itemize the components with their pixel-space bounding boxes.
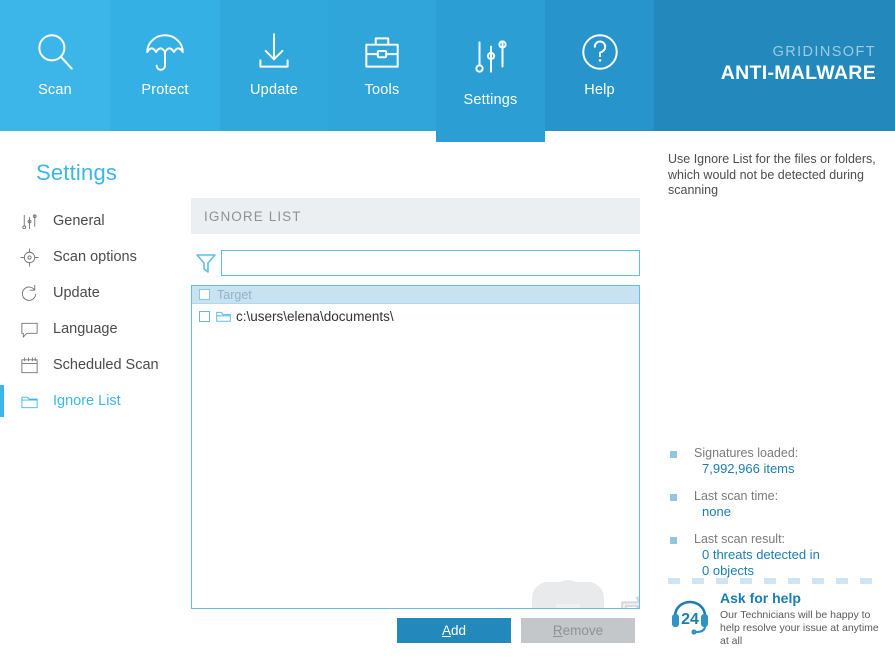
ignore-list-panel-title: IGNORE LIST [204,208,302,224]
add-button[interactable]: Add [397,618,511,643]
svg-text:安下载: 安下载 [618,593,640,609]
stat-value: none [702,504,731,519]
filter-row [191,250,640,277]
stat-key: Signatures loaded: [694,446,799,460]
brand-vendor: GRIDINSOFT [772,44,876,60]
crosshair-icon [18,246,40,268]
headset-24-icon: 24 [668,592,712,636]
remove-button: Remove [521,618,635,643]
filter-input[interactable] [221,250,640,276]
nav-tab-help[interactable]: Help [545,0,654,131]
nav-tab-tools[interactable]: Tools [328,0,436,131]
funnel-icon [194,252,218,275]
sidebar-item-label: Language [53,321,118,337]
stat-value: 7,992,966 items [702,461,795,476]
sidebar-item-scheduled-scan[interactable]: Scheduled Scan [0,347,185,383]
site-watermark: 安 安下载 anxz.com [532,574,640,609]
list-item[interactable]: c:\users\elena\documents\ [192,306,639,326]
page-title: Settings [36,160,118,185]
sidebar-item-label: Scan options [53,249,137,265]
bullet-icon [670,494,677,501]
stat-key: Last scan time: [694,489,779,503]
column-header-target: Target [217,287,252,302]
brand-product: ANTI-MALWARE [720,62,876,84]
brand-panel: GRIDINSOFT ANTI-MALWARE [654,0,895,131]
stat-item: Signatures loaded: 7,992,966 items [668,446,888,477]
dashed-divider [668,578,884,584]
list-column-header[interactable]: Target [192,286,639,304]
row-checkbox[interactable] [199,310,210,322]
nav-tab-update[interactable]: Update [220,0,328,131]
nav-tab-label: Update [250,82,298,98]
sliders-icon [18,210,40,232]
sidebar-item-language[interactable]: Language [0,311,185,347]
nav-tab-scan[interactable]: Scan [0,0,110,131]
ignore-list-panel-header: IGNORE LIST [191,198,640,234]
question-circle-icon [577,26,623,78]
download-icon [251,26,297,78]
folder-icon [18,390,40,412]
contextual-hint: Use Ignore List for the files or folders… [668,152,876,197]
calendar-icon [18,354,40,376]
sidebar-item-general[interactable]: General [0,203,185,239]
speech-bubble-icon [18,318,40,340]
umbrella-icon [142,26,188,78]
nav-tab-label: Help [584,82,615,98]
settings-sidebar: General Scan options Update Language Schedul… [0,203,185,419]
sidebar-item-ignore-list[interactable]: Ignore List [0,383,185,419]
bullet-icon [670,451,677,458]
sidebar-item-label: Ignore List [53,393,121,409]
refresh-icon [18,282,40,304]
stat-item: Last scan result: 0 threats detected in 0 … [668,532,888,579]
nav-tab-label: Protect [141,82,189,98]
nav-tab-label: Settings [463,92,518,108]
bullet-icon [670,537,677,544]
stat-key: Last scan result: [694,532,786,546]
nav-tab-label: Tools [364,82,400,98]
sidebar-item-label: Scheduled Scan [53,357,159,373]
stat-item: Last scan time: none [668,489,888,520]
toolbox-icon [359,26,405,78]
ask-for-help-subtitle: Our Technicians will be happy to help re… [720,609,879,647]
sidebar-item-label: General [53,213,105,229]
nav-tab-settings[interactable]: Settings [436,0,545,142]
ignore-list-rows: c:\users\elena\documents\ [192,306,639,326]
status-stats: Signatures loaded: 7,992,966 items Last sc… [668,446,888,591]
folder-icon [216,310,231,323]
list-action-buttons: Add Remove [191,618,640,643]
sidebar-item-update[interactable]: Update [0,275,185,311]
list-item-path: c:\users\elena\documents\ [236,308,394,324]
application-window: Scan Protect Update Tools Settings Help GRIDI… [0,0,895,658]
magnifier-icon [32,26,78,78]
ignore-list-box[interactable]: Target c:\users\elena\documents\ 安 安下载 a… [191,285,640,609]
ask-for-help-title: Ask for help [720,590,801,606]
stat-value: 0 threats detected in 0 objects [702,547,820,578]
sidebar-item-label: Update [53,285,100,301]
sidebar-item-scan-options[interactable]: Scan options [0,239,185,275]
ask-for-help-block[interactable]: 24 Ask for help Our Technicians will be … [668,588,890,647]
nav-tab-label: Scan [38,82,72,98]
sliders-icon [468,30,514,82]
svg-text:24: 24 [681,611,699,628]
nav-tab-protect[interactable]: Protect [110,0,220,131]
select-all-checkbox[interactable] [199,289,210,300]
